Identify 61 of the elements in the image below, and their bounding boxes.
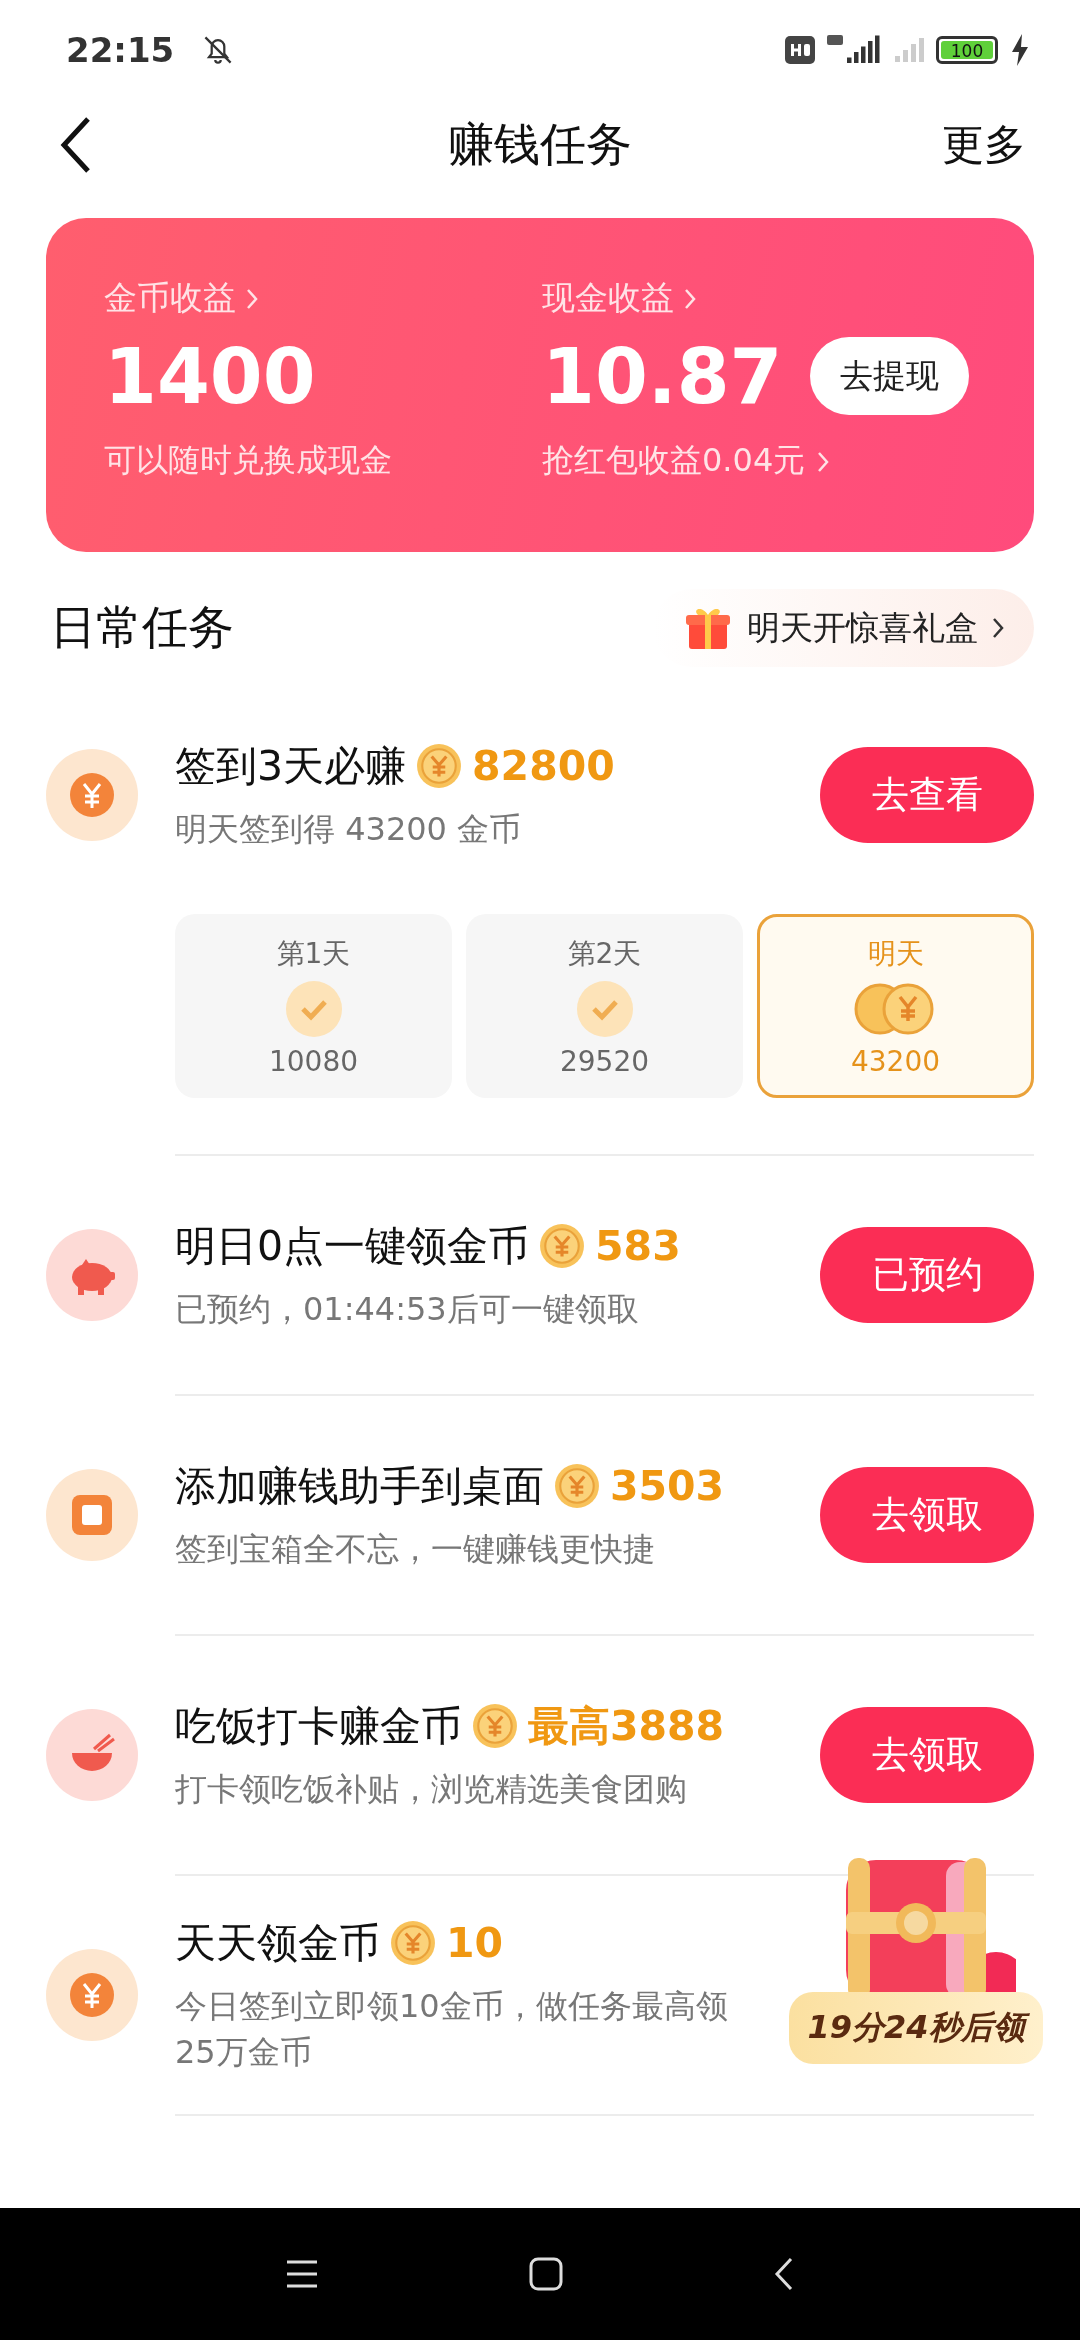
earnings-label[interactable]: 现金收益 <box>542 276 674 321</box>
more-link[interactable]: 更多 <box>942 117 1026 173</box>
earnings-link[interactable]: 抢红包收益0.04元 <box>542 439 830 483</box>
yuan-coin-icon <box>46 1949 138 2041</box>
coin-reward: 583 <box>595 1222 681 1270</box>
page-title: 赚钱任务 <box>448 116 632 173</box>
piggy-bank-icon <box>46 1229 138 1321</box>
coin-icon <box>554 1463 600 1509</box>
treasure-chest-widget[interactable]: 19分24秒后领 <box>785 1850 1047 2064</box>
task-title: 天天领金币 <box>175 1917 380 1969</box>
status-time: 22:15 <box>66 30 175 70</box>
coin-icon <box>539 1223 586 1269</box>
chevron-icon <box>817 451 830 473</box>
withdraw-button[interactable]: 去提现 <box>810 337 970 415</box>
back-icon[interactable] <box>773 2256 795 2292</box>
menu-icon[interactable] <box>285 2259 319 2289</box>
earnings-label[interactable]: 金币收益 <box>104 276 236 321</box>
coin-reward: 3503 <box>610 1462 725 1510</box>
day-coin-amount: 43200 <box>850 1044 941 1078</box>
coin-reward: 10 <box>446 1919 504 1967</box>
earnings-note: 可以随时兑换成现金 <box>104 440 392 481</box>
day-coin-amount: 29520 <box>559 1044 650 1078</box>
charging-icon <box>1010 34 1030 66</box>
coin-icon <box>416 743 463 789</box>
battery-icon: 100 <box>936 36 998 64</box>
task-description: 已预约，01:44:53后可一键领取 <box>175 1288 640 1330</box>
task-button[interactable]: 去查看 <box>820 747 1034 843</box>
coin-reward: 82800 <box>472 742 615 790</box>
yuan-coin-icon <box>46 749 138 841</box>
day-label: 第1天 <box>276 935 351 972</box>
task-button[interactable]: 去领取 <box>820 1707 1034 1803</box>
task-button[interactable]: 去领取 <box>820 1467 1034 1563</box>
task-title: 明日0点一键领金币 <box>175 1220 530 1272</box>
check-icon <box>285 980 342 1037</box>
section-title: 日常任务 <box>50 599 234 656</box>
home-icon[interactable] <box>529 2257 563 2291</box>
task-title: 签到3天必赚 <box>175 740 407 792</box>
coin-icon <box>472 1703 518 1749</box>
chevron-icon <box>992 617 1004 639</box>
task-button[interactable]: 已预约 <box>820 1227 1034 1323</box>
check-icon <box>576 980 633 1037</box>
task-description: 今日签到立即领10金币，做任务最高领25万金币 <box>175 1985 729 2073</box>
gift-label: 明天开惊喜礼盒 <box>747 606 978 649</box>
chest-countdown: 19分24秒后领 <box>789 1992 1043 2064</box>
task-description: 签到宝箱全不忘，一键赚钱更快捷 <box>175 1528 656 1570</box>
task-description: 打卡领吃饭补贴，浏览精选美食团购 <box>175 1768 688 1810</box>
chevron-icon <box>246 287 258 310</box>
signal-icon <box>895 38 924 62</box>
task-title: 添加赚钱助手到桌面 <box>175 1460 544 1512</box>
chevron-icon <box>684 287 696 310</box>
hd-icon <box>785 36 815 64</box>
coin-icon <box>390 1920 436 1966</box>
earnings-value: 10.87 <box>542 331 783 421</box>
task-title: 吃饭打卡赚金币 <box>175 1700 462 1752</box>
coin-reward: 最高3888 <box>528 1700 725 1752</box>
task-description: 明天签到得 43200 金币 <box>175 808 523 850</box>
day-coin-amount: 10080 <box>268 1044 359 1078</box>
day-label: 明天 <box>867 935 924 972</box>
earnings-value: 1400 <box>104 331 316 421</box>
bowl-icon <box>46 1709 138 1801</box>
day-label: 第2天 <box>567 935 642 972</box>
